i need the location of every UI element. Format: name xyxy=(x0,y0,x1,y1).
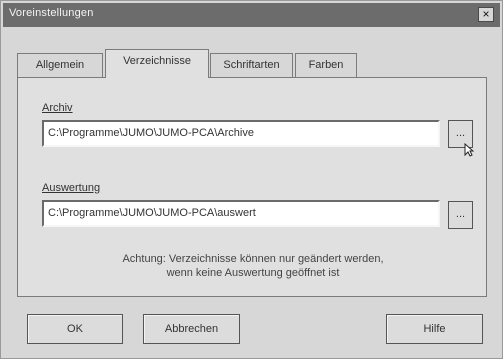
auswertung-browse-button[interactable]: ... xyxy=(448,201,473,229)
directories-panel: Archiv C:\Programme\JUMO\JUMO-PCA\Archiv… xyxy=(17,77,487,297)
warning-note-line2: wenn keine Auswertung geöffnet ist xyxy=(166,267,340,279)
warning-note: Achtung: Verzeichnisse können nur geände… xyxy=(58,252,448,280)
window-title: Voreinstellungen xyxy=(9,7,94,19)
tab-strip: Allgemein Verzeichnisse Schriftarten Far… xyxy=(17,49,487,78)
tab-farben[interactable]: Farben xyxy=(295,53,357,77)
ok-button[interactable]: OK xyxy=(27,314,123,344)
title-bar: Voreinstellungen × xyxy=(3,3,500,27)
warning-note-line1: Achtung: Verzeichnisse können nur geände… xyxy=(122,253,384,265)
auswertung-label: Auswertung xyxy=(42,182,100,194)
cancel-button[interactable]: Abbrechen xyxy=(143,314,240,344)
preferences-dialog: Voreinstellungen × Allgemein Verzeichnis… xyxy=(0,0,503,359)
close-button[interactable]: × xyxy=(478,7,494,22)
archive-label-text: Archiv xyxy=(42,102,73,114)
auswertung-path-field[interactable]: C:\Programme\JUMO\JUMO-PCA\auswert xyxy=(42,200,440,227)
tab-allgemein[interactable]: Allgemein xyxy=(17,53,103,77)
archive-label: Archiv xyxy=(42,102,73,114)
tab-verzeichnisse[interactable]: Verzeichnisse xyxy=(105,49,209,78)
tab-schriftarten[interactable]: Schriftarten xyxy=(210,53,293,77)
help-button[interactable]: Hilfe xyxy=(386,314,483,344)
mouse-pointer-icon xyxy=(464,143,474,157)
archive-path-field[interactable]: C:\Programme\JUMO\JUMO-PCA\Archive xyxy=(42,120,440,147)
auswertung-label-text: Auswertung xyxy=(42,182,101,194)
